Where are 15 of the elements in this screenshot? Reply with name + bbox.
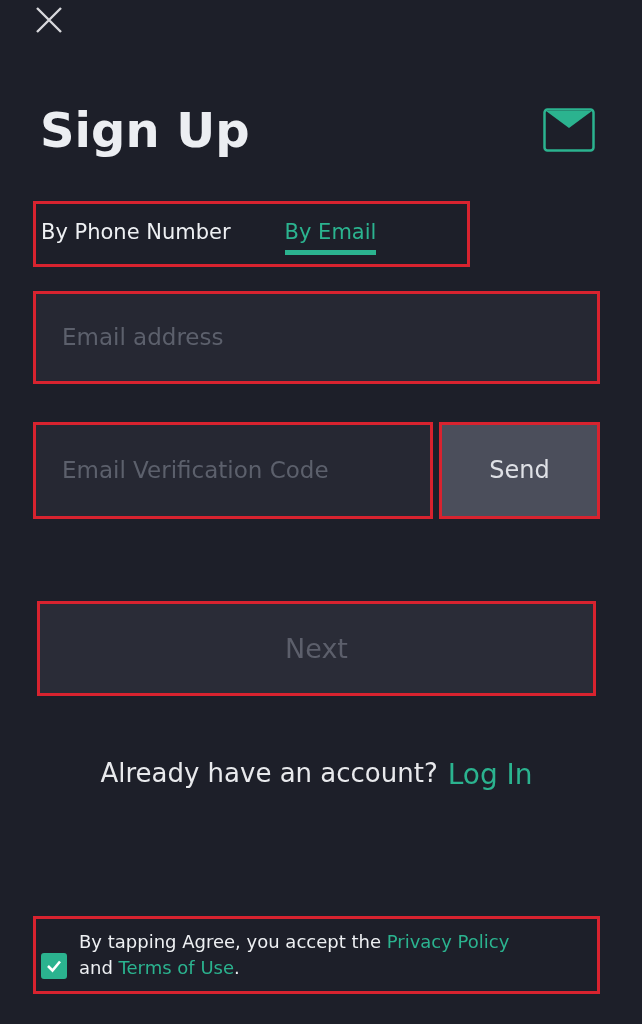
login-link[interactable]: Log In [447, 757, 533, 791]
privacy-policy-link[interactable]: Privacy Policy [386, 930, 510, 952]
send-button[interactable]: Send [439, 421, 600, 519]
envelope-icon[interactable] [543, 108, 595, 153]
email-field[interactable]: Email address [33, 290, 600, 384]
login-prompt: Already have an account? [100, 757, 438, 790]
code-field[interactable]: Email Verification Code [33, 421, 433, 519]
tab[interactable]: By Email [284, 212, 377, 256]
checkmark-icon [46, 959, 62, 973]
tab[interactable]: By Phone Number [41, 212, 231, 256]
checkbox[interactable] [41, 953, 67, 979]
page-title: Sign Up [40, 104, 250, 157]
close-icon[interactable] [35, 6, 63, 34]
terms-of-use-link[interactable]: Terms of Use [118, 957, 235, 978]
agreement-text: By tapping Agree, you accept the Privacy Policy and Terms of Use. [79, 929, 510, 980]
